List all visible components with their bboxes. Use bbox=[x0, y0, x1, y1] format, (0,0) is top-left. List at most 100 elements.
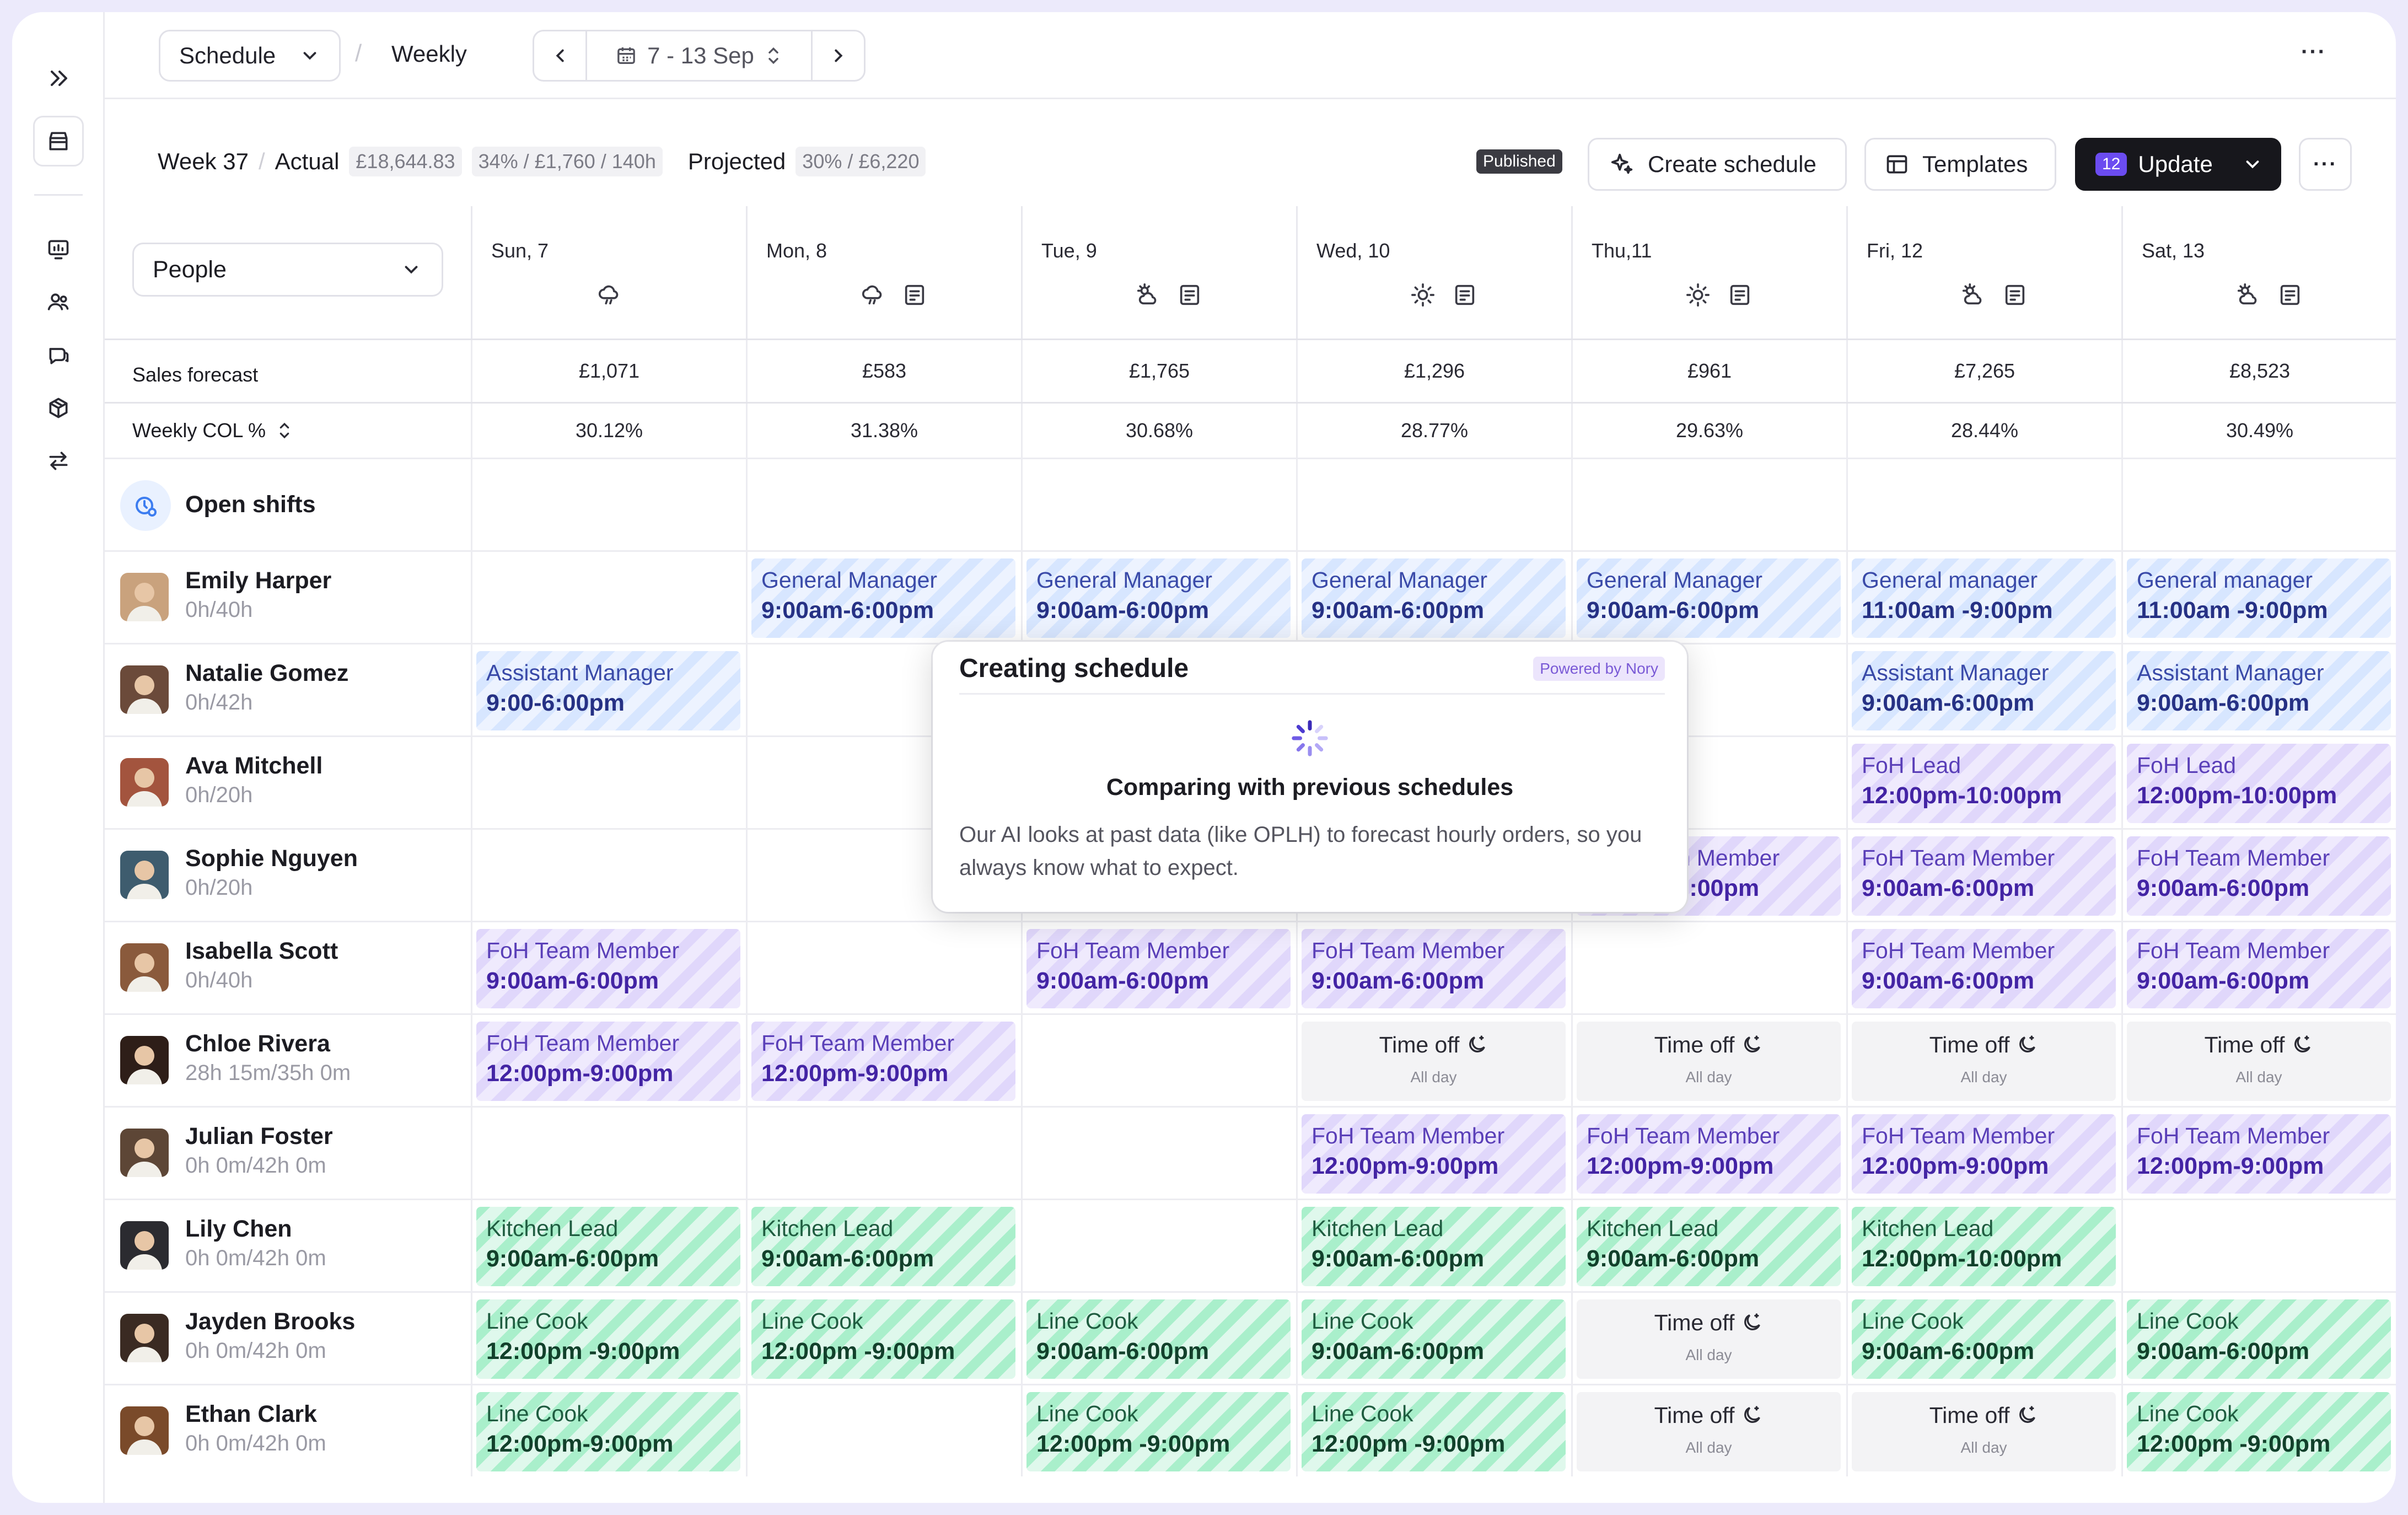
day-header[interactable]: Fri, 12 bbox=[1846, 206, 2121, 339]
shift-block[interactable]: Line Cook 12:00pm -9:00pm bbox=[2127, 1392, 2391, 1471]
avatar[interactable] bbox=[120, 1406, 169, 1455]
time-off-block[interactable]: Time off All day bbox=[1302, 1022, 1566, 1101]
schedule-cell[interactable] bbox=[471, 830, 746, 921]
avatar[interactable] bbox=[120, 1221, 169, 1270]
day-header[interactable]: Wed, 10 bbox=[1296, 206, 1571, 339]
schedule-more-options-button[interactable]: ··· bbox=[2299, 138, 2352, 191]
weekly-col-header[interactable]: Weekly COL % bbox=[132, 419, 293, 442]
shift-block[interactable]: FoH Team Member 12:00pm-9:00pm bbox=[751, 1022, 1015, 1101]
day-header[interactable]: Thu,11 bbox=[1571, 206, 1846, 339]
avatar[interactable] bbox=[120, 851, 169, 899]
shift-block[interactable]: FoH Team Member 12:00pm-9:00pm bbox=[1302, 1114, 1566, 1194]
store-icon[interactable] bbox=[33, 116, 84, 166]
shift-block[interactable]: FoH Team Member 12:00pm-9:00pm bbox=[476, 1022, 740, 1101]
note-icon[interactable] bbox=[1727, 282, 1753, 308]
shift-block[interactable]: General Manager 9:00am-6:00pm bbox=[1577, 558, 1841, 638]
shift-block[interactable]: FoH Team Member 9:00am-6:00pm bbox=[476, 929, 740, 1008]
open-shift-slot[interactable] bbox=[2121, 459, 2396, 550]
time-off-block[interactable]: Time off All day bbox=[2127, 1022, 2391, 1101]
view-mode-label[interactable]: Weekly bbox=[391, 41, 467, 67]
employee-name[interactable]: Ethan Clark bbox=[185, 1401, 326, 1428]
note-icon[interactable] bbox=[2002, 282, 2028, 308]
shift-block[interactable]: FoH Team Member 12:00pm-9:00pm bbox=[1577, 1114, 1841, 1194]
employee-name[interactable]: Julian Foster bbox=[185, 1123, 333, 1150]
page-more-options-button[interactable]: ··· bbox=[2301, 40, 2326, 65]
shift-block[interactable]: Line Cook 12:00pm -9:00pm bbox=[1302, 1392, 1566, 1471]
people-filter-dropdown[interactable]: People bbox=[132, 243, 443, 297]
employee-name[interactable]: Sophie Nguyen bbox=[185, 845, 358, 872]
expand-sidebar-icon[interactable] bbox=[36, 56, 80, 100]
shift-block[interactable]: Kitchen Lead 9:00am-6:00pm bbox=[1302, 1207, 1566, 1286]
employee-name[interactable]: Emily Harper bbox=[185, 567, 331, 594]
open-shift-slot[interactable] bbox=[1571, 459, 1846, 550]
date-range-selector[interactable]: 7 - 13 Sep bbox=[587, 42, 811, 69]
shift-block[interactable]: FoH Team Member 9:00am-6:00pm bbox=[2127, 929, 2391, 1008]
shift-block[interactable]: FoH Team Member 9:00am-6:00pm bbox=[1026, 929, 1291, 1008]
day-header[interactable]: Mon, 8 bbox=[746, 206, 1021, 339]
shift-block[interactable]: Kitchen Lead 12:00pm-10:00pm bbox=[1852, 1207, 2116, 1286]
transfer-icon[interactable] bbox=[36, 439, 80, 483]
update-button[interactable]: 12 Update bbox=[2075, 138, 2281, 191]
shift-block[interactable]: FoH Team Member 9:00am-6:00pm bbox=[1302, 929, 1566, 1008]
time-off-block[interactable]: Time off All day bbox=[1852, 1022, 2116, 1101]
shift-block[interactable]: Kitchen Lead 9:00am-6:00pm bbox=[476, 1207, 740, 1286]
shift-block[interactable]: Assistant Manager 9:00am-6:00pm bbox=[2127, 651, 2391, 730]
inventory-box-icon[interactable] bbox=[36, 386, 80, 430]
shift-block[interactable]: FoH Lead 12:00pm-10:00pm bbox=[2127, 744, 2391, 823]
schedule-dropdown[interactable]: Schedule bbox=[159, 30, 341, 82]
time-off-block[interactable]: Time off All day bbox=[1577, 1299, 1841, 1379]
shift-block[interactable]: Line Cook 12:00pm -9:00pm bbox=[476, 1299, 740, 1379]
schedule-cell[interactable] bbox=[471, 737, 746, 828]
shift-block[interactable]: Assistant Manager 9:00-6:00pm bbox=[476, 651, 740, 730]
schedule-cell[interactable] bbox=[1571, 922, 1846, 1013]
shift-block[interactable]: General manager 11:00am -9:00pm bbox=[1852, 558, 2116, 638]
shift-block[interactable]: Line Cook 12:00pm-9:00pm bbox=[476, 1392, 740, 1471]
templates-button[interactable]: Templates bbox=[1864, 138, 2056, 191]
chat-icon[interactable] bbox=[36, 333, 80, 377]
schedule-cell[interactable] bbox=[746, 1108, 1021, 1199]
avatar[interactable] bbox=[120, 758, 169, 807]
shift-block[interactable]: FoH Team Member 12:00pm-9:00pm bbox=[1852, 1114, 2116, 1194]
schedule-cell[interactable] bbox=[746, 1385, 1021, 1476]
note-icon[interactable] bbox=[1177, 282, 1202, 308]
shift-block[interactable]: FoH Team Member 9:00am-6:00pm bbox=[1852, 929, 2116, 1008]
shift-block[interactable]: Line Cook 12:00pm -9:00pm bbox=[1026, 1392, 1291, 1471]
schedule-cell[interactable] bbox=[471, 1108, 746, 1199]
day-header[interactable]: Sun, 7 bbox=[471, 206, 746, 339]
avatar[interactable] bbox=[120, 943, 169, 992]
analytics-icon[interactable] bbox=[36, 227, 80, 271]
open-shift-slot[interactable] bbox=[1021, 459, 1296, 550]
shift-block[interactable]: Line Cook 12:00pm -9:00pm bbox=[751, 1299, 1015, 1379]
time-off-block[interactable]: Time off All day bbox=[1577, 1022, 1841, 1101]
note-icon[interactable] bbox=[1452, 282, 1477, 308]
shift-block[interactable]: General Manager 9:00am-6:00pm bbox=[751, 558, 1015, 638]
employee-name[interactable]: Chloe Rivera bbox=[185, 1030, 351, 1057]
avatar[interactable] bbox=[120, 573, 169, 621]
shift-block[interactable]: FoH Team Member 12:00pm-9:00pm bbox=[2127, 1114, 2391, 1194]
previous-week-button[interactable] bbox=[534, 31, 587, 80]
time-off-block[interactable]: Time off All day bbox=[1577, 1392, 1841, 1471]
shift-block[interactable]: Kitchen Lead 9:00am-6:00pm bbox=[1577, 1207, 1841, 1286]
avatar[interactable] bbox=[120, 1314, 169, 1362]
create-schedule-button[interactable]: Create schedule bbox=[1588, 138, 1847, 191]
open-shift-slot[interactable] bbox=[1846, 459, 2121, 550]
shift-block[interactable]: Line Cook 9:00am-6:00pm bbox=[2127, 1299, 2391, 1379]
people-icon[interactable] bbox=[36, 280, 80, 324]
open-shift-slot[interactable] bbox=[746, 459, 1021, 550]
shift-block[interactable]: Line Cook 9:00am-6:00pm bbox=[1302, 1299, 1566, 1379]
shift-block[interactable]: Kitchen Lead 9:00am-6:00pm bbox=[751, 1207, 1015, 1286]
shift-block[interactable]: Assistant Manager 9:00am-6:00pm bbox=[1852, 651, 2116, 730]
schedule-cell[interactable] bbox=[1021, 1108, 1296, 1199]
avatar[interactable] bbox=[120, 665, 169, 714]
note-icon[interactable] bbox=[2277, 282, 2303, 308]
open-shift-slot[interactable] bbox=[1296, 459, 1571, 550]
shift-block[interactable]: General Manager 9:00am-6:00pm bbox=[1026, 558, 1291, 638]
shift-block[interactable]: FoH Team Member 9:00am-6:00pm bbox=[2127, 836, 2391, 916]
schedule-cell[interactable] bbox=[471, 552, 746, 643]
employee-name[interactable]: Natalie Gomez bbox=[185, 660, 348, 687]
shift-block[interactable]: FoH Team Member 9:00am-6:00pm bbox=[1852, 836, 2116, 916]
schedule-cell[interactable] bbox=[1021, 1015, 1296, 1106]
shift-block[interactable]: General Manager 9:00am-6:00pm bbox=[1302, 558, 1566, 638]
avatar[interactable] bbox=[120, 1129, 169, 1177]
next-week-button[interactable] bbox=[811, 31, 864, 80]
